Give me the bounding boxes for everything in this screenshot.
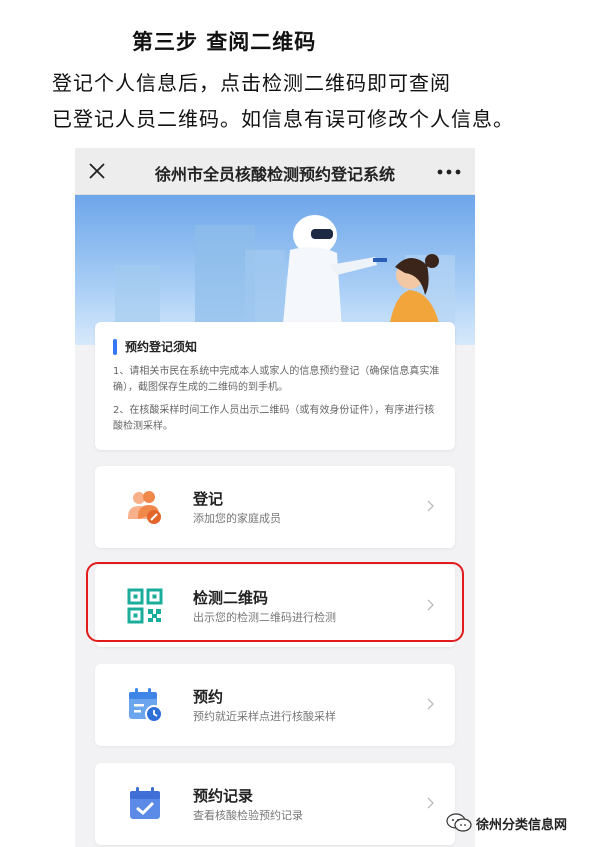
chevron-right-icon	[427, 797, 434, 809]
more-icon[interactable]	[437, 169, 461, 175]
notice-item-2: 2、在核酸采样时间工作人员出示二维码（或有效身份证件），有序进行核酸检测采样。	[113, 405, 435, 432]
app-topbar: 徐州市全员核酸检测预约登记系统	[75, 148, 475, 195]
highlight-annotation	[86, 562, 464, 642]
notice-item-1: 1、请相关市民在系统中完成本人或家人的信息预约登记（确保信息真实准确），截图保存…	[113, 366, 440, 393]
menu-title: 预约	[193, 688, 224, 706]
menu-subtitle: 查看核酸检验预约记录	[193, 809, 303, 822]
menu-appointment-records[interactable]: 预约记录 查看核酸检验预约记录	[95, 763, 455, 845]
menu-appointment[interactable]: 预约 预约就近采样点进行核酸采样	[95, 664, 455, 746]
calendar-clock-icon	[129, 688, 163, 723]
chevron-right-icon	[427, 698, 434, 710]
notice-card: 预约登记须知 1、请相关市民在系统中完成本人或家人的信息预约登记（确保信息真实准…	[95, 322, 455, 450]
instruction-line-2: 已登记人员二维码。如信息有误可修改个人信息。	[52, 107, 514, 131]
app-title: 徐州市全员核酸检测预约登记系统	[154, 165, 395, 184]
menu-subtitle: 添加您的家庭成员	[193, 512, 281, 525]
menu-title: 预约记录	[193, 787, 254, 805]
step-title: 第三步 查阅二维码	[132, 30, 317, 54]
notice-title: 预约登记须知	[125, 340, 198, 354]
menu-register[interactable]: 登记 添加您的家庭成员	[95, 466, 455, 548]
notice-accent-bar	[113, 339, 117, 355]
calendar-check-icon	[130, 787, 160, 819]
phone-screen: 徐州市全员核酸检测预约登记系统 预约登记须知 1、请相关市民在系统中完成本人或家…	[75, 148, 475, 847]
family-add-icon	[128, 491, 161, 524]
instruction-line-1: 登记个人信息后，点击检测二维码即可查阅	[52, 71, 451, 95]
menu-subtitle: 预约就近采样点进行核酸采样	[193, 710, 336, 723]
chevron-right-icon	[427, 500, 434, 512]
menu-title: 登记	[193, 490, 224, 508]
watermark-text: 徐州分类信息网	[476, 818, 568, 833]
wechat-icon	[446, 813, 472, 832]
